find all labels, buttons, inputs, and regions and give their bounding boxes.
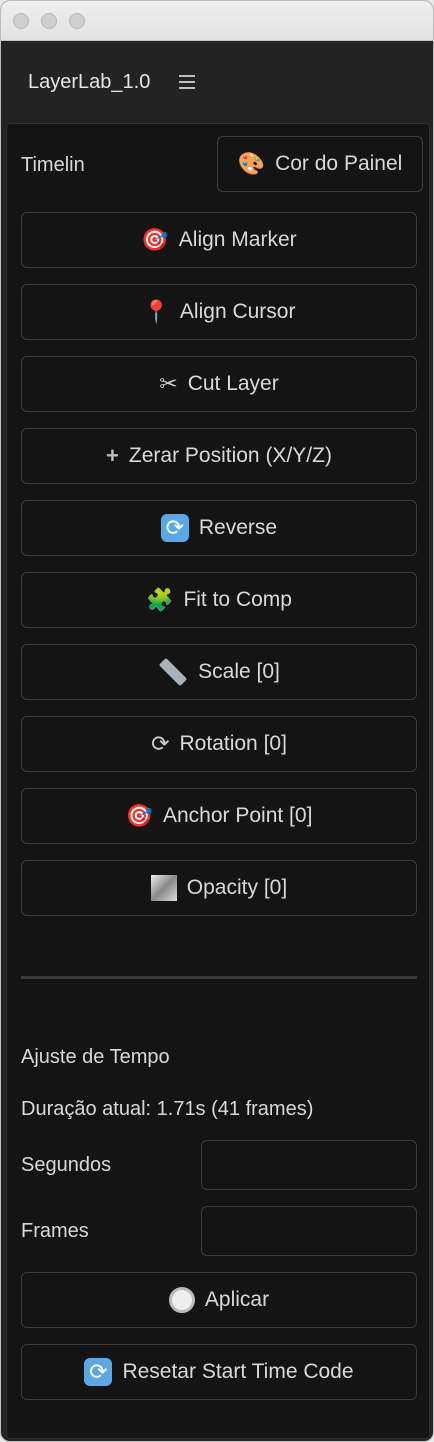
opacity-label: Opacity [0] bbox=[186, 876, 288, 899]
reverse-label: Reverse bbox=[198, 516, 278, 539]
align-marker-label: Align Marker bbox=[178, 228, 297, 251]
section-divider bbox=[21, 976, 417, 979]
panel-header: LayerLab_1.0 bbox=[1, 41, 433, 121]
seconds-input[interactable] bbox=[201, 1140, 417, 1190]
scissors-icon: ✂ bbox=[159, 371, 178, 396]
zoom-window-button[interactable] bbox=[69, 13, 85, 29]
target-icon: 🎯 bbox=[141, 227, 169, 252]
reset-position-label: Zerar Position (X/Y/Z) bbox=[128, 444, 332, 467]
frames-label: Frames bbox=[21, 1220, 89, 1242]
panel-title: LayerLab_1.0 bbox=[28, 71, 151, 93]
rotate-icon: ⟳ bbox=[151, 731, 170, 756]
scale-button[interactable]: Scale [0] bbox=[21, 644, 417, 700]
reset-start-timecode-button[interactable]: ⟳ Resetar Start Time Code bbox=[21, 1344, 417, 1400]
close-window-button[interactable] bbox=[13, 13, 29, 29]
opacity-icon bbox=[150, 875, 177, 901]
seconds-label: Segundos bbox=[21, 1154, 112, 1176]
align-cursor-label: Align Cursor bbox=[179, 300, 296, 323]
reset-position-button[interactable]: + Zerar Position (X/Y/Z) bbox=[21, 428, 417, 484]
timeline-label: Timelin bbox=[21, 154, 85, 176]
current-duration-text: Duração atual: 1.71s (41 frames) bbox=[21, 1098, 314, 1120]
align-marker-button[interactable]: 🎯 Align Marker bbox=[21, 212, 417, 268]
reverse-button[interactable]: ⟳ Reverse bbox=[21, 500, 417, 556]
rotation-label: Rotation [0] bbox=[179, 732, 287, 755]
minimize-window-button[interactable] bbox=[41, 13, 57, 29]
palette-icon: 🎨 bbox=[237, 151, 266, 176]
puzzle-icon: 🧩 bbox=[146, 587, 174, 612]
pin-icon: 📍 bbox=[142, 299, 170, 324]
cut-layer-label: Cut Layer bbox=[187, 372, 279, 395]
panel-color-button[interactable]: 🎨 Cor do Painel bbox=[217, 136, 423, 192]
stopwatch-icon bbox=[168, 1287, 195, 1313]
hamburger-icon[interactable] bbox=[179, 75, 195, 89]
rotation-button[interactable]: ⟳ Rotation [0] bbox=[21, 716, 417, 772]
cycle-icon: ⟳ bbox=[160, 514, 189, 542]
panel-content: Timelin 🎨 Cor do Painel 🎯 Align Marker 📍… bbox=[6, 123, 430, 1439]
target-icon: 🎯 bbox=[125, 803, 153, 828]
cycle-icon: ⟳ bbox=[84, 1358, 113, 1386]
plus-icon: + bbox=[106, 443, 119, 468]
opacity-button[interactable]: Opacity [0] bbox=[21, 860, 417, 916]
panel-color-button-label: Cor do Painel bbox=[275, 152, 403, 175]
apply-button[interactable]: Aplicar bbox=[21, 1272, 417, 1328]
apply-label: Aplicar bbox=[204, 1288, 270, 1311]
frames-input[interactable] bbox=[201, 1206, 417, 1256]
title-bar bbox=[1, 1, 433, 41]
time-section-title: Ajuste de Tempo bbox=[21, 1046, 170, 1068]
anchor-point-button[interactable]: 🎯 Anchor Point [0] bbox=[21, 788, 417, 844]
align-cursor-button[interactable]: 📍 Align Cursor bbox=[21, 284, 417, 340]
ruler-icon bbox=[158, 657, 188, 687]
scale-label: Scale [0] bbox=[198, 660, 280, 683]
fit-to-comp-button[interactable]: 🧩 Fit to Comp bbox=[21, 572, 417, 628]
app-window: LayerLab_1.0 Timelin 🎨 Cor do Painel 🎯 A… bbox=[0, 0, 434, 1442]
reset-start-timecode-label: Resetar Start Time Code bbox=[122, 1360, 354, 1383]
fit-to-comp-label: Fit to Comp bbox=[183, 588, 292, 611]
cut-layer-button[interactable]: ✂ Cut Layer bbox=[21, 356, 417, 412]
anchor-point-label: Anchor Point [0] bbox=[162, 804, 313, 827]
